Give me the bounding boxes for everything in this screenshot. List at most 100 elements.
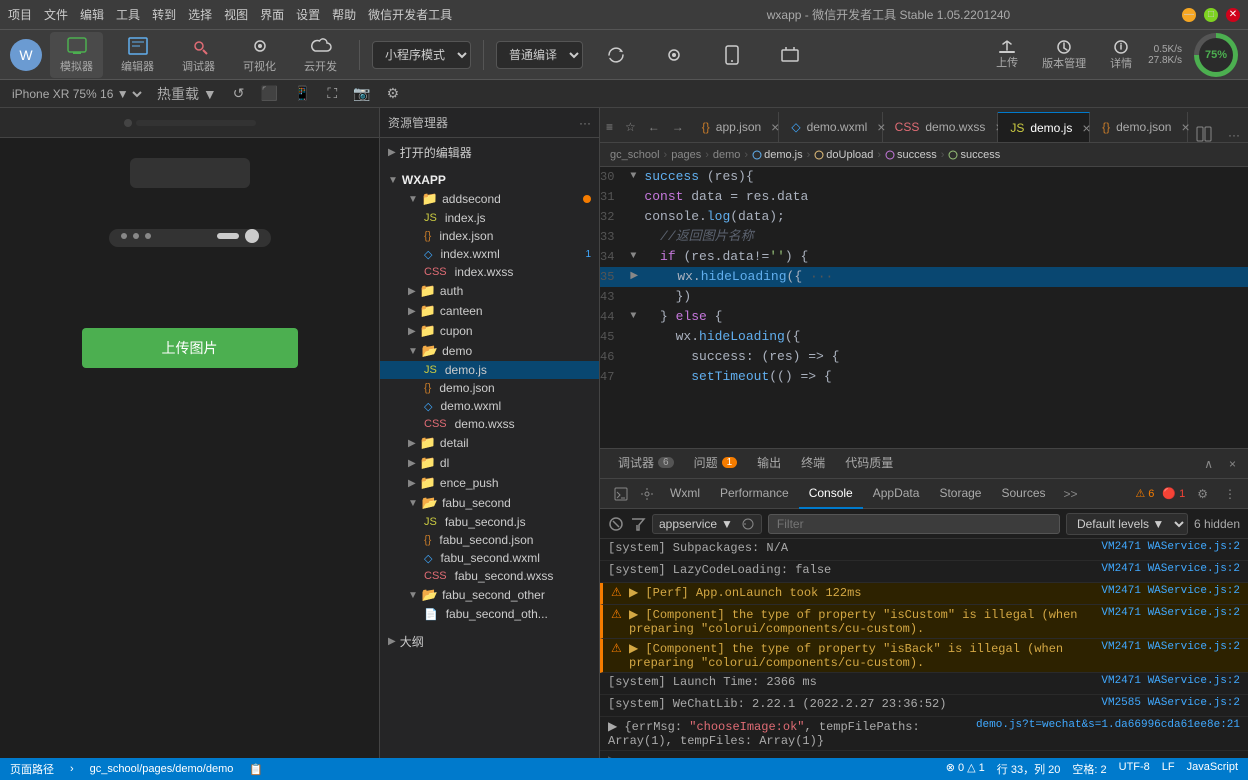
close-button[interactable]: ✕	[1226, 8, 1240, 22]
visual-toggle-button[interactable]: 可视化	[233, 32, 286, 78]
fold-arrow-44[interactable]: ▼	[630, 307, 644, 327]
subtab-performance[interactable]: Performance	[710, 479, 799, 509]
status-encoding[interactable]: UTF-8	[1119, 761, 1150, 777]
folder-cupon[interactable]: ▶ 📁 cupon	[380, 321, 599, 341]
file-index-wxss[interactable]: CSS index.wxss	[380, 263, 599, 281]
screenshot-button[interactable]: 📷	[349, 85, 374, 102]
tab-demo-wxss[interactable]: CSS demo.wxss ×	[883, 112, 999, 142]
status-path[interactable]: gc_school/pages/demo/demo	[90, 763, 234, 775]
devtools-tab-output[interactable]: 输出	[747, 449, 791, 479]
devtools-close-icon[interactable]: ×	[1225, 455, 1240, 473]
version-button[interactable]: 版本管理	[1034, 37, 1094, 73]
copy-path-icon[interactable]: 📋	[249, 763, 263, 776]
fold-arrow-35[interactable]: ▶	[630, 267, 646, 287]
breadcrumb-success-1[interactable]: success	[885, 149, 937, 161]
tab-menu-button[interactable]: ≡	[600, 112, 619, 142]
file-demo-json[interactable]: {} demo.json	[380, 379, 599, 397]
hotreload-button[interactable]: 热重载 ▼	[153, 84, 221, 104]
outline-header[interactable]: ▶ 大纲	[380, 631, 599, 652]
levels-select[interactable]: Default levels ▼	[1066, 513, 1188, 535]
file-index-json[interactable]: {} index.json	[380, 227, 599, 245]
menu-item-file[interactable]: 文件	[44, 6, 68, 23]
status-spaces[interactable]: 空格: 2	[1072, 761, 1106, 777]
console-source-7[interactable]: VM2585 WAService.js:2	[1101, 697, 1240, 709]
file-fabu-second-wxss[interactable]: CSS fabu_second.wxss	[380, 567, 599, 585]
menu-item-edit[interactable]: 编辑	[80, 6, 104, 23]
breadcrumb-doUpload[interactable]: doUpload	[814, 149, 873, 161]
file-index-wxml[interactable]: ◇ index.wxml 1	[380, 245, 599, 263]
folder-dl[interactable]: ▶ 📁 dl	[380, 453, 599, 473]
menu-bar[interactable]: 项目 文件 编辑 工具 转到 选择 视图 界面 设置 帮助 微信开发者工具	[8, 6, 595, 23]
rotate-button[interactable]: ↺	[229, 85, 249, 102]
mode-select[interactable]: 小程序模式	[372, 41, 471, 69]
app-json-close-icon[interactable]: ×	[771, 119, 779, 135]
status-language[interactable]: JavaScript	[1187, 761, 1238, 777]
console-source-8[interactable]: demo.js?t=wechat&s=1.da66996cda61ee8e:21	[976, 719, 1240, 731]
subtab-wxml[interactable]: Wxml	[660, 479, 710, 509]
fold-arrow-30[interactable]: ▼	[630, 167, 644, 187]
upload-button[interactable]: 上传	[988, 38, 1026, 72]
status-line-col[interactable]: 行 33，列 20	[997, 761, 1061, 777]
devtools-tab-codequality[interactable]: 代码质量	[835, 449, 903, 479]
menu-item-select[interactable]: 选择	[188, 6, 212, 23]
menu-item-goto[interactable]: 转到	[152, 6, 176, 23]
filter-icon[interactable]	[630, 516, 646, 532]
menu-item-project[interactable]: 项目	[8, 6, 32, 23]
console-source-2[interactable]: VM2471 WAService.js:2	[1101, 563, 1240, 575]
folder-fabu-second[interactable]: ▼ 📂 fabu_second	[380, 493, 599, 513]
subtab-console[interactable]: Console	[799, 479, 863, 509]
phone-frame-button[interactable]: 📱	[290, 85, 315, 102]
explorer-more-icon[interactable]: ···	[579, 116, 591, 130]
devtools-tab-terminal[interactable]: 终端	[791, 449, 835, 479]
subtab-storage[interactable]: Storage	[929, 479, 991, 509]
console-source-6[interactable]: VM2471 WAService.js:2	[1101, 675, 1240, 687]
editor-toggle-button[interactable]: 编辑器	[111, 32, 164, 78]
console-source-5[interactable]: VM2471 WAService.js:2	[1101, 641, 1240, 653]
compile-button[interactable]	[591, 41, 641, 69]
tab-forward-button[interactable]: →	[666, 112, 690, 142]
tab-demo-js[interactable]: JS demo.js ×	[998, 112, 1090, 142]
folder-demo[interactable]: ▼ 📂 demo	[380, 341, 599, 361]
menu-item-settings[interactable]: 设置	[296, 6, 320, 23]
devtools-tab-debugger[interactable]: 调试器 6	[608, 449, 684, 479]
file-fabu-second-json[interactable]: {} fabu_second.json	[380, 531, 599, 549]
console-source-3[interactable]: VM2471 WAService.js:2	[1101, 585, 1240, 597]
window-controls[interactable]: — □ ✕	[1182, 8, 1240, 22]
tab-app-json[interactable]: {} app.json ×	[690, 112, 780, 142]
device-select[interactable]: iPhone XR 75% 16 ▼	[8, 86, 145, 102]
file-fabu-second-js[interactable]: JS fabu_second.js	[380, 513, 599, 531]
clear-cache-button[interactable]	[765, 41, 815, 69]
status-errors[interactable]: ⊗ 0 △ 1	[946, 761, 985, 777]
folder-ence-push[interactable]: ▶ 📁 ence_push	[380, 473, 599, 493]
breadcrumb-demo[interactable]: demo	[713, 149, 741, 161]
breadcrumb-success-2[interactable]: success	[948, 149, 1000, 161]
tabs-more-button[interactable]: ···	[1220, 128, 1248, 142]
folder-auth[interactable]: ▶ 📁 auth	[380, 281, 599, 301]
realtest-button[interactable]	[707, 41, 757, 69]
debugger-toggle-button[interactable]: 调试器	[172, 32, 225, 78]
menu-item-help[interactable]: 帮助	[332, 6, 356, 23]
folder-fabu-second-other[interactable]: ▼ 📂 fabu_second_other	[380, 585, 599, 605]
breadcrumb-gcschool[interactable]: gc_school	[610, 149, 660, 161]
menu-item-interface[interactable]: 界面	[260, 6, 284, 23]
folder-canteen[interactable]: ▶ 📁 canteen	[380, 301, 599, 321]
file-fabu-second-wxml[interactable]: ◇ fabu_second.wxml	[380, 549, 599, 567]
status-line-ending[interactable]: LF	[1162, 761, 1175, 777]
folder-addsecond[interactable]: ▼ 📁 addsecond	[380, 189, 599, 209]
breadcrumb-pages[interactable]: pages	[671, 149, 701, 161]
menu-item-wxdevtools[interactable]: 微信开发者工具	[368, 6, 452, 23]
tab-bookmark-button[interactable]: ☆	[619, 112, 642, 142]
tabs-split-button[interactable]	[1188, 126, 1220, 142]
compile-select[interactable]: 普通编译	[496, 41, 583, 69]
console-source-4[interactable]: VM2471 WAService.js:2	[1101, 607, 1240, 619]
subtab-sources[interactable]: Sources	[991, 479, 1055, 509]
file-demo-js[interactable]: JS demo.js	[380, 361, 599, 379]
devtools-up-icon[interactable]: ∧	[1200, 455, 1217, 473]
upload-image-button[interactable]: 上传图片	[82, 328, 298, 368]
subtab-appdata[interactable]: AppData	[863, 479, 930, 509]
subtab-more-button[interactable]: >>	[1060, 487, 1082, 501]
fold-arrow-34[interactable]: ▼	[630, 247, 644, 267]
clear-console-icon[interactable]	[608, 516, 624, 532]
file-index-js[interactable]: JS index.js	[380, 209, 599, 227]
detail-button[interactable]: 详情	[1102, 37, 1140, 73]
